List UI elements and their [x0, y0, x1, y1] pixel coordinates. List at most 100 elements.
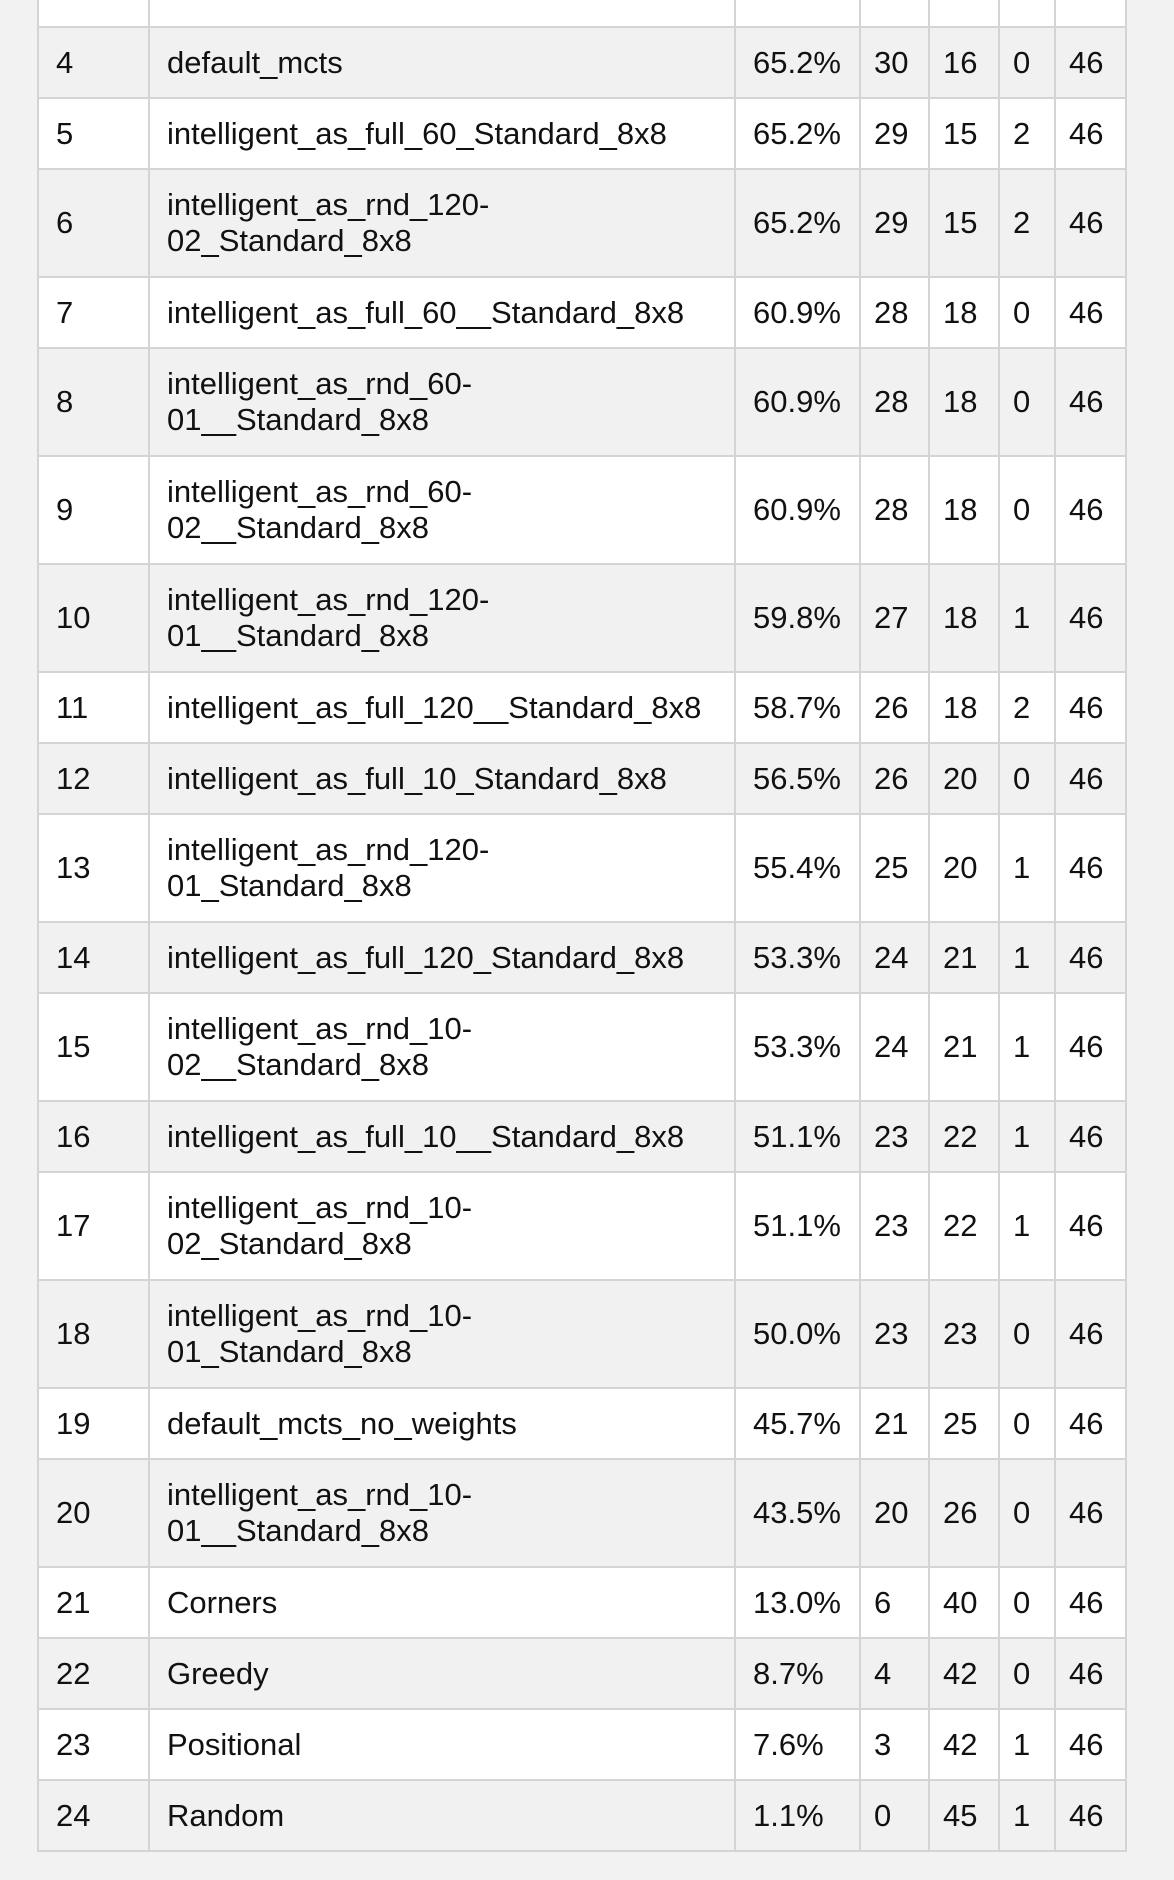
win-percent-cell: 7.6%	[734, 1708, 861, 1781]
wins-cell: 23	[859, 1171, 930, 1281]
draws-cell: 1	[998, 1171, 1056, 1281]
player-name-cell: intelligent_as_rnd_60- 02__Standard_8x8	[148, 455, 736, 565]
win-percent-cell: 65.2%	[734, 97, 861, 170]
losses-cell: 18	[928, 671, 1000, 744]
player-name-cell: intelligent_as_rnd_10- 02_Standard_8x8	[148, 1171, 736, 1281]
rank-cell: 8	[37, 347, 150, 457]
rank-cell: 18	[37, 1279, 150, 1389]
draws-cell: 1	[998, 1708, 1056, 1781]
table-row: 7 intelligent_as_full_60__Standard_8x8 60.…	[37, 276, 1127, 349]
draws-cell: 0	[998, 347, 1056, 457]
draws-cell: 0	[998, 1637, 1056, 1710]
wins-cell: 24	[859, 992, 930, 1102]
table-row: 02_Standard_8x8	[37, 0, 1127, 28]
table-row: 14 intelligent_as_full_120_Standard_8x8 53…	[37, 921, 1127, 994]
losses-cell: 23	[928, 1279, 1000, 1389]
games-cell: 46	[1054, 26, 1127, 99]
table-row: 18 intelligent_as_rnd_10- 01_Standard_8x8 5…	[37, 1279, 1127, 1389]
losses-cell: 42	[928, 1637, 1000, 1710]
draws-cell: 1	[998, 992, 1056, 1102]
losses-cell: 42	[928, 1708, 1000, 1781]
rank-cell: 20	[37, 1458, 150, 1568]
table-row: 17 intelligent_as_rnd_10- 02_Standard_8x8 5…	[37, 1171, 1127, 1281]
win-percent-cell: 50.0%	[734, 1279, 861, 1389]
win-percent-cell	[734, 0, 861, 28]
table-row: 10 intelligent_as_rnd_120- 01__Standard_8x…	[37, 563, 1127, 673]
win-percent-cell: 55.4%	[734, 813, 861, 923]
rank-cell: 6	[37, 168, 150, 278]
rank-cell: 11	[37, 671, 150, 744]
games-cell: 46	[1054, 1387, 1127, 1460]
player-name-cell: default_mcts_no_weights	[148, 1387, 736, 1460]
games-cell: 46	[1054, 921, 1127, 994]
games-cell: 46	[1054, 168, 1127, 278]
wins-cell: 27	[859, 563, 930, 673]
win-percent-cell: 43.5%	[734, 1458, 861, 1568]
player-name-cell: default_mcts	[148, 26, 736, 99]
results-table: 02_Standard_8x84default_mcts65.2%3016046…	[37, 0, 1127, 1852]
draws-cell: 2	[998, 97, 1056, 170]
draws-cell: 0	[998, 1387, 1056, 1460]
win-percent-cell: 60.9%	[734, 347, 861, 457]
rank-cell: 4	[37, 26, 150, 99]
wins-cell: 24	[859, 921, 930, 994]
player-name-cell: 02_Standard_8x8	[148, 0, 736, 28]
win-percent-cell: 65.2%	[734, 168, 861, 278]
rank-cell: 22	[37, 1637, 150, 1710]
wins-cell: 28	[859, 455, 930, 565]
table-row: 5 intelligent_as_full_60_Standard_8x8 65.2…	[37, 97, 1127, 170]
losses-cell: 26	[928, 1458, 1000, 1568]
losses-cell: 18	[928, 347, 1000, 457]
player-name-cell: Corners	[148, 1566, 736, 1639]
losses-cell: 18	[928, 563, 1000, 673]
rank-cell: 15	[37, 992, 150, 1102]
losses-cell: 40	[928, 1566, 1000, 1639]
losses-cell: 25	[928, 1387, 1000, 1460]
wins-cell: 6	[859, 1566, 930, 1639]
rank-cell: 23	[37, 1708, 150, 1781]
table-row: 23 Positional 7.6% 3 42 1 46	[37, 1708, 1127, 1781]
games-cell: 46	[1054, 97, 1127, 170]
losses-cell: 15	[928, 168, 1000, 278]
losses-cell: 22	[928, 1100, 1000, 1173]
win-percent-cell: 56.5%	[734, 742, 861, 815]
table-row: 22 Greedy 8.7% 4 42 0 46	[37, 1637, 1127, 1710]
rank-cell: 21	[37, 1566, 150, 1639]
table-row: 20 intelligent_as_rnd_10- 01__Standard_8x8…	[37, 1458, 1127, 1568]
table-row: 16 intelligent_as_full_10__Standard_8x8 51…	[37, 1100, 1127, 1173]
draws-cell: 2	[998, 168, 1056, 278]
player-name-cell: intelligent_as_full_120__Standard_8x8	[148, 671, 736, 744]
wins-cell: 29	[859, 168, 930, 278]
games-cell: 46	[1054, 1100, 1127, 1173]
losses-cell: 15	[928, 97, 1000, 170]
player-name-cell: intelligent_as_full_10_Standard_8x8	[148, 742, 736, 815]
losses-cell: 45	[928, 1779, 1000, 1852]
games-cell: 46	[1054, 1708, 1127, 1781]
draws-cell: 1	[998, 1779, 1056, 1852]
losses-cell: 16	[928, 26, 1000, 99]
player-name-cell: intelligent_as_rnd_120- 02_Standard_8x8	[148, 168, 736, 278]
draws-cell: 1	[998, 813, 1056, 923]
draws-cell: 0	[998, 1566, 1056, 1639]
losses-cell: 18	[928, 276, 1000, 349]
games-cell: 46	[1054, 1279, 1127, 1389]
games-cell: 46	[1054, 992, 1127, 1102]
player-name-cell: intelligent_as_rnd_120- 01__Standard_8x8	[148, 563, 736, 673]
rank-cell: 19	[37, 1387, 150, 1460]
rank-cell: 24	[37, 1779, 150, 1852]
rank-cell: 7	[37, 276, 150, 349]
draws-cell	[998, 0, 1056, 28]
table-row: 12 intelligent_as_full_10_Standard_8x8 56.…	[37, 742, 1127, 815]
rank-cell: 14	[37, 921, 150, 994]
draws-cell: 0	[998, 276, 1056, 349]
wins-cell: 26	[859, 671, 930, 744]
games-cell: 46	[1054, 1637, 1127, 1710]
player-name-cell: Random	[148, 1779, 736, 1852]
win-percent-cell: 53.3%	[734, 992, 861, 1102]
win-percent-cell: 59.8%	[734, 563, 861, 673]
wins-cell: 20	[859, 1458, 930, 1568]
win-percent-cell: 51.1%	[734, 1100, 861, 1173]
wins-cell: 30	[859, 26, 930, 99]
player-name-cell: Positional	[148, 1708, 736, 1781]
wins-cell: 23	[859, 1100, 930, 1173]
